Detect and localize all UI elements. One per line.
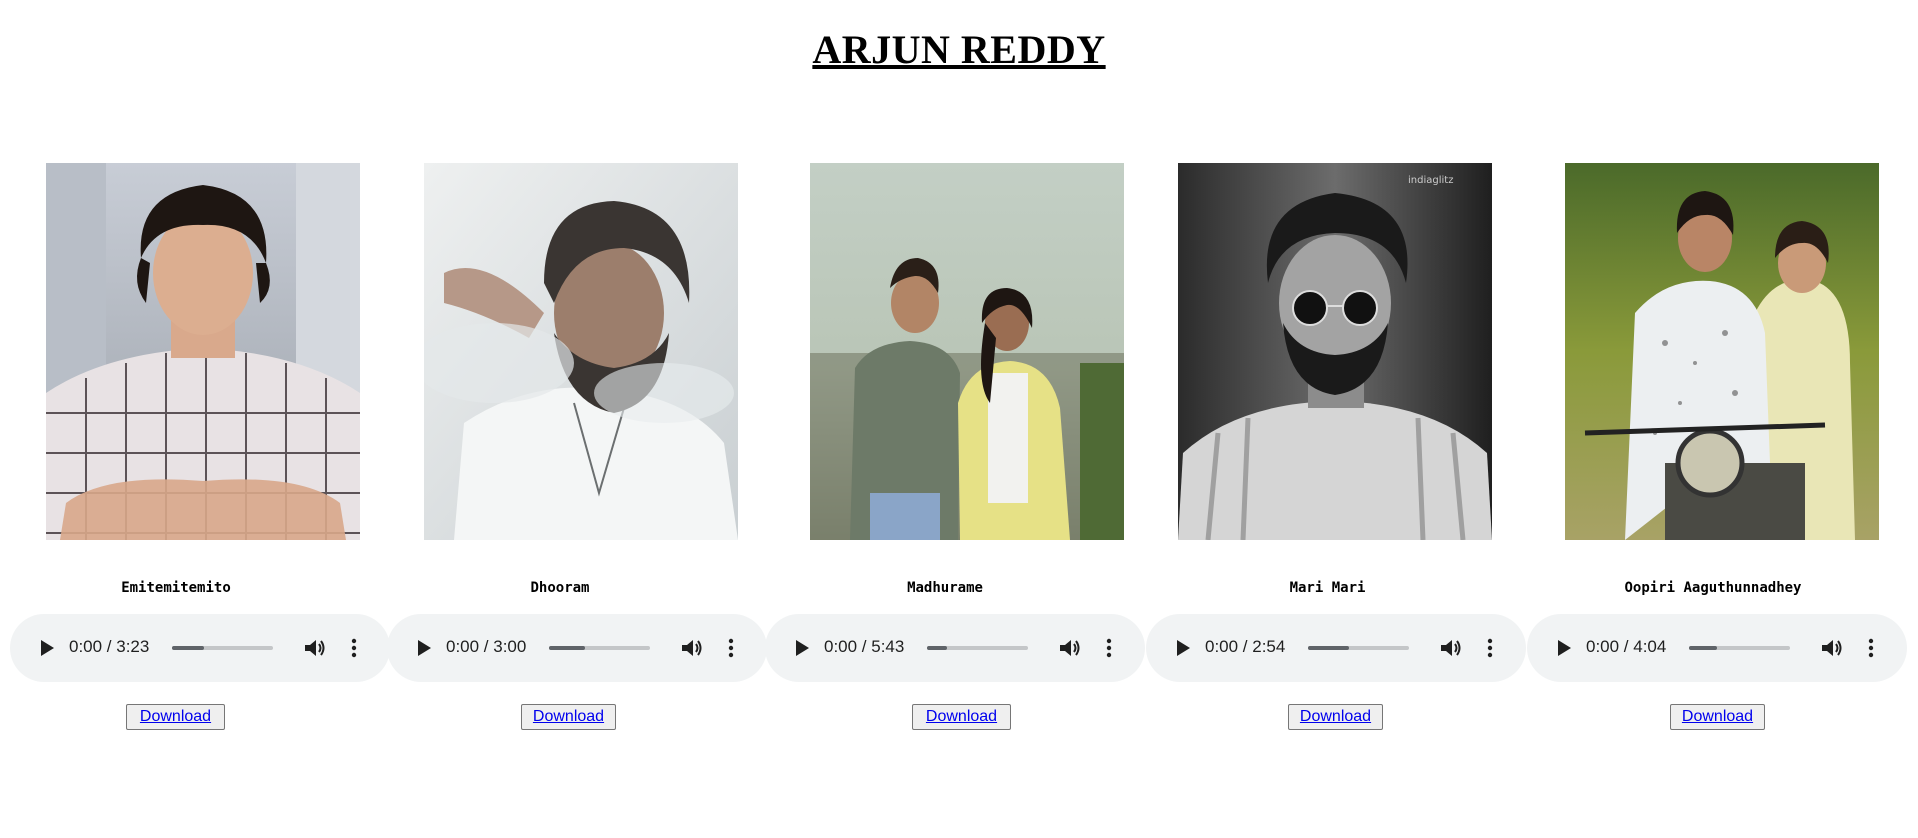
portrait-photo-icon	[424, 163, 738, 540]
song-image	[810, 163, 1124, 540]
volume-icon[interactable]	[1436, 634, 1464, 662]
song-image: indiaglitz	[1178, 163, 1492, 540]
more-vertical-icon[interactable]	[721, 634, 741, 662]
play-icon[interactable]	[1549, 634, 1577, 662]
more-vertical-icon[interactable]	[1099, 634, 1119, 662]
audio-player[interactable]: 0:00 / 3:23	[10, 614, 390, 682]
song-card: indiaglitz Mari Mari 0:00 / 2:54 Downloa…	[1146, 0, 1533, 838]
download-button[interactable]: Download	[1288, 704, 1383, 730]
progress-fill	[172, 646, 205, 650]
song-title: Emitemitemito	[121, 580, 231, 596]
download-button[interactable]: Download	[912, 704, 1011, 730]
page: ARJUN REDDY Emitemitemito 0:00 / 3:23 Do…	[0, 0, 1918, 838]
player-time: 0:00 / 3:00	[446, 637, 527, 656]
play-icon[interactable]	[787, 634, 815, 662]
song-title: Dhooram	[530, 580, 590, 596]
player-time: 0:00 / 2:54	[1205, 637, 1286, 656]
song-card: Oopiri Aaguthunnadhey 0:00 / 4:04 Downlo…	[1527, 0, 1918, 838]
song-title: Madhurame	[907, 580, 983, 596]
player-time: 0:00 / 4:04	[1586, 637, 1667, 656]
svg-text:indiaglitz: indiaglitz	[1408, 175, 1453, 186]
song-image	[46, 163, 360, 540]
song-image	[424, 163, 738, 540]
audio-player[interactable]: 0:00 / 4:04	[1527, 614, 1907, 682]
player-time: 0:00 / 5:43	[824, 637, 905, 656]
download-button[interactable]: Download	[1670, 704, 1765, 730]
volume-icon[interactable]	[300, 634, 328, 662]
progress-fill	[927, 646, 948, 650]
download-link[interactable]: Download	[1682, 708, 1753, 726]
progress-slider[interactable]	[1689, 646, 1790, 650]
audio-player[interactable]: 0:00 / 2:54	[1146, 614, 1526, 682]
more-vertical-icon[interactable]	[1861, 634, 1881, 662]
song-title: Mari Mari	[1289, 580, 1366, 596]
download-button[interactable]: Download	[126, 704, 225, 730]
play-icon[interactable]	[1168, 634, 1196, 662]
progress-fill	[1689, 646, 1718, 650]
more-vertical-icon[interactable]	[1480, 634, 1500, 662]
song-image	[1565, 163, 1879, 540]
audio-player[interactable]: 0:00 / 3:00	[387, 614, 767, 682]
player-time: 0:00 / 3:23	[69, 637, 150, 656]
download-link[interactable]: Download	[1300, 708, 1371, 726]
progress-slider[interactable]	[549, 646, 650, 650]
progress-fill	[1308, 646, 1350, 650]
progress-fill	[549, 646, 586, 650]
portrait-photo-icon	[46, 163, 360, 540]
couple-photo-icon	[810, 163, 1124, 540]
song-card: Emitemitemito 0:00 / 3:23 Download	[0, 0, 390, 838]
song-card: Madhurame 0:00 / 5:43 Download	[765, 0, 1150, 838]
play-icon[interactable]	[32, 634, 60, 662]
volume-icon[interactable]	[677, 634, 705, 662]
download-link[interactable]: Download	[533, 708, 604, 726]
more-vertical-icon[interactable]	[344, 634, 364, 662]
song-title: Oopiri Aaguthunnadhey	[1624, 580, 1802, 596]
download-button[interactable]: Download	[521, 704, 616, 730]
audio-player[interactable]: 0:00 / 5:43	[765, 614, 1145, 682]
download-link[interactable]: Download	[140, 708, 211, 726]
couple-photo-icon	[1565, 163, 1879, 540]
progress-slider[interactable]	[927, 646, 1028, 650]
volume-icon[interactable]	[1817, 634, 1845, 662]
play-icon[interactable]	[409, 634, 437, 662]
progress-slider[interactable]	[1308, 646, 1409, 650]
progress-slider[interactable]	[172, 646, 273, 650]
download-link[interactable]: Download	[926, 708, 997, 726]
portrait-photo-icon: indiaglitz	[1178, 163, 1492, 540]
song-card: Dhooram 0:00 / 3:00 Download	[384, 0, 768, 838]
volume-icon[interactable]	[1055, 634, 1083, 662]
